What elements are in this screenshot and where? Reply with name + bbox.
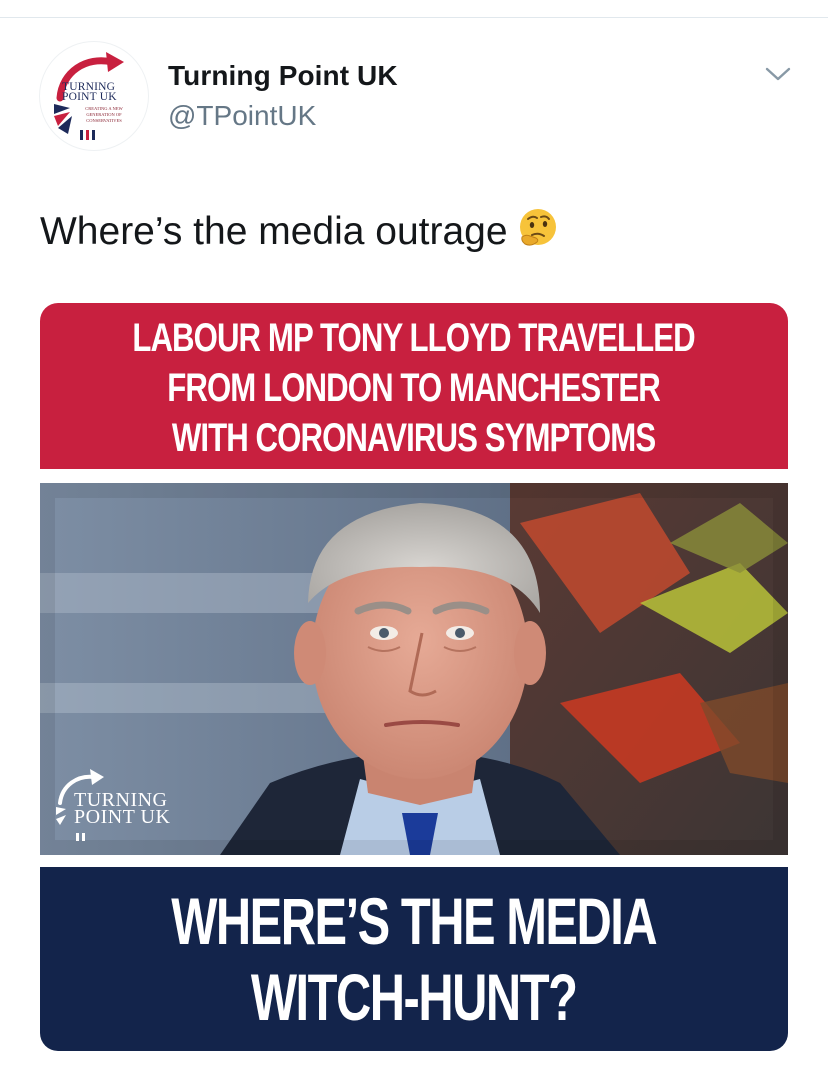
- author-handle[interactable]: @TPointUK: [168, 100, 316, 132]
- watermark-wordmark: TURNING POINT UK: [74, 789, 171, 828]
- headline-line: LABOUR MP TONY LLOYD TRAVELLED: [132, 316, 696, 360]
- top-divider: [0, 17, 828, 18]
- headline-line: WITH CORONAVIRUS SYMPTOMS: [172, 416, 656, 460]
- question: WHERE’S THE MEDIA WITCH-HUNT?: [171, 883, 658, 1035]
- tweet-text: Where’s the media outrage: [40, 206, 560, 254]
- author-display-name[interactable]: Turning Point UK: [168, 60, 398, 92]
- headline-banner: LABOUR MP TONY LLOYD TRAVELLED FROM LOND…: [40, 303, 788, 469]
- question-line: WHERE’S THE MEDIA: [171, 884, 658, 958]
- chevron-down-icon[interactable]: [764, 64, 792, 84]
- question-banner: WHERE’S THE MEDIA WITCH-HUNT?: [40, 867, 788, 1051]
- avatar-wordmark: TURNING POINT UK: [62, 81, 117, 103]
- thinking-face-icon: [519, 209, 556, 246]
- headline: LABOUR MP TONY LLOYD TRAVELLED FROM LOND…: [132, 313, 696, 463]
- avatar[interactable]: TURNING POINT UK CREATING A NEW GENERATI…: [40, 42, 148, 150]
- question-line: WITCH-HUNT?: [251, 960, 578, 1034]
- headline-line: FROM LONDON TO MANCHESTER: [167, 366, 661, 410]
- avatar-tagline: CREATING A NEW GENERATION OF CONSERVATIV…: [85, 106, 123, 123]
- tweet-body: Where’s the media outrage: [40, 210, 508, 253]
- tweet-media-image[interactable]: LABOUR MP TONY LLOYD TRAVELLED FROM LOND…: [40, 303, 788, 1051]
